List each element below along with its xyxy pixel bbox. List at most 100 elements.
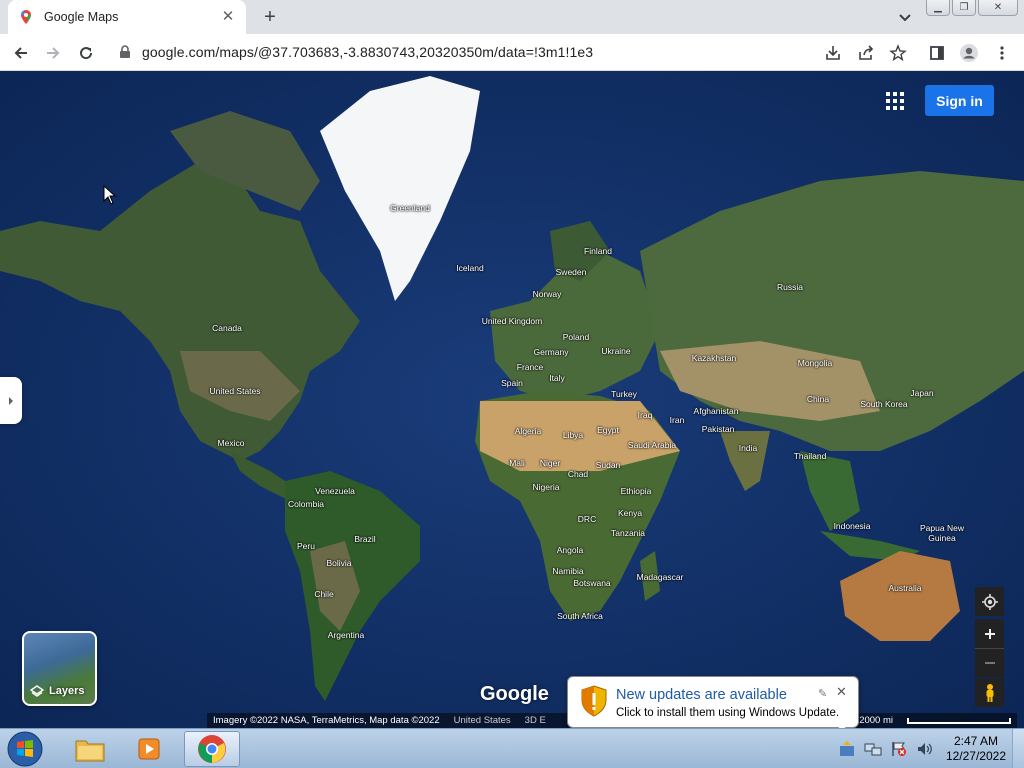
chevron-down-icon[interactable] (896, 8, 914, 26)
side-panel-icon[interactable] (926, 42, 948, 64)
map-label-chad[interactable]: Chad (568, 469, 588, 479)
map-label-saudi-arabia[interactable]: Saudi Arabia (628, 440, 676, 450)
map-label-australia[interactable]: Australia (888, 583, 921, 593)
map-label-ethiopia[interactable]: Ethiopia (621, 486, 652, 496)
map-label-india[interactable]: India (739, 443, 757, 453)
map-label-italy[interactable]: Italy (549, 373, 565, 383)
map-label-mali[interactable]: Mali (509, 458, 525, 468)
action-center-flag-icon[interactable] (888, 738, 910, 760)
windows-update-tray-icon[interactable] (836, 738, 858, 760)
region-label[interactable]: United States (454, 715, 511, 726)
start-button[interactable] (3, 729, 47, 768)
minimize-button[interactable]: ▁ (926, 0, 950, 16)
sign-in-button[interactable]: Sign in (925, 85, 994, 116)
share-icon[interactable] (855, 42, 877, 64)
window-close-button[interactable]: ✕ (978, 0, 1018, 16)
restore-button[interactable]: ❐ (952, 0, 976, 16)
kebab-menu-icon[interactable] (991, 42, 1013, 64)
map-label-mongolia[interactable]: Mongolia (798, 358, 833, 368)
map-label-japan[interactable]: Japan (910, 388, 933, 398)
map-label-chile[interactable]: Chile (314, 589, 333, 599)
options-icon[interactable]: ✎ (818, 687, 827, 700)
map-label-sweden[interactable]: Sweden (556, 267, 587, 277)
taskbar-file-explorer[interactable] (62, 731, 118, 767)
close-tab-icon[interactable]: ✕ (220, 9, 236, 25)
map-canvas[interactable]: Greenland Iceland Finland Sweden Norway … (0, 71, 1024, 728)
map-label-nigeria[interactable]: Nigeria (533, 482, 560, 492)
lock-icon[interactable] (118, 45, 132, 59)
address-bar[interactable]: google.com/maps/@37.703683,-3.8830743,20… (110, 37, 910, 67)
map-label-tanzania[interactable]: Tanzania (611, 528, 645, 538)
map-label-indonesia[interactable]: Indonesia (834, 521, 871, 531)
3d-toggle-label[interactable]: 3D E (525, 715, 546, 726)
network-icon[interactable] (862, 738, 884, 760)
map-label-kazakhstan[interactable]: Kazakhstan (692, 353, 736, 363)
map-label-pakistan[interactable]: Pakistan (702, 424, 735, 434)
map-label-niger[interactable]: Niger (540, 458, 560, 468)
map-label-peru[interactable]: Peru (297, 541, 315, 551)
bookmark-star-icon[interactable] (887, 42, 909, 64)
my-location-button[interactable] (975, 587, 1004, 616)
map-label-drc[interactable]: DRC (578, 514, 596, 524)
map-label-iran[interactable]: Iran (670, 415, 685, 425)
map-label-angola[interactable]: Angola (557, 545, 583, 555)
map-label-canada[interactable]: Canada (212, 323, 242, 333)
zoom-out-button[interactable] (975, 648, 1004, 677)
zoom-in-button[interactable] (975, 619, 1004, 648)
expand-side-panel-button[interactable] (0, 377, 22, 424)
map-label-venezuela[interactable]: Venezuela (315, 486, 355, 496)
map-label-south-africa[interactable]: South Africa (557, 611, 603, 621)
layers-button[interactable]: Layers (22, 631, 97, 706)
forward-icon[interactable] (42, 42, 64, 64)
clock[interactable]: 2:47 AM 12/27/2022 (946, 734, 1006, 764)
map-label-colombia[interactable]: Colombia (288, 499, 324, 509)
map-label-egypt[interactable]: Egypt (597, 425, 619, 435)
map-label-norway[interactable]: Norway (533, 289, 562, 299)
map-label-united-states[interactable]: United States (209, 386, 260, 396)
map-label-mexico[interactable]: Mexico (218, 438, 245, 448)
map-label-brazil[interactable]: Brazil (354, 534, 375, 544)
map-label-south-korea[interactable]: South Korea (860, 399, 907, 409)
taskbar-media-player[interactable] (122, 731, 178, 767)
map-label-iceland[interactable]: Iceland (456, 263, 483, 273)
back-icon[interactable] (10, 42, 32, 64)
imagery-attribution[interactable]: Imagery ©2022 NASA, TerraMetrics, Map da… (213, 715, 440, 726)
map-label-thailand[interactable]: Thailand (794, 451, 827, 461)
windows-update-notification[interactable]: New updates are available Click to insta… (567, 676, 859, 743)
volume-icon[interactable] (914, 738, 936, 760)
map-label-namibia[interactable]: Namibia (552, 566, 583, 576)
map-label-germany[interactable]: Germany (534, 347, 569, 357)
google-apps-icon[interactable] (886, 92, 904, 110)
scale-label[interactable]: 2000 mi (859, 715, 893, 726)
scale-bar[interactable] (907, 717, 1011, 724)
map-label-afghanistan[interactable]: Afghanistan (694, 406, 739, 416)
map-label-argentina[interactable]: Argentina (328, 630, 364, 640)
map-label-turkey[interactable]: Turkey (611, 389, 637, 399)
map-label-kenya[interactable]: Kenya (618, 508, 642, 518)
map-label-uk[interactable]: United Kingdom (482, 316, 542, 326)
map-label-papua-new-guinea[interactable]: Papua New Guinea (916, 523, 968, 543)
map-label-russia[interactable]: Russia (777, 282, 803, 292)
map-label-poland[interactable]: Poland (563, 332, 589, 342)
taskbar-chrome[interactable] (184, 731, 240, 767)
tab-google-maps[interactable]: Google Maps ✕ (8, 0, 246, 34)
notification-close-icon[interactable]: ✕ (836, 684, 847, 700)
reload-icon[interactable] (75, 42, 97, 64)
show-desktop-button[interactable] (1012, 729, 1024, 768)
map-label-finland[interactable]: Finland (584, 246, 612, 256)
map-label-bolivia[interactable]: Bolivia (326, 558, 351, 568)
map-label-algeria[interactable]: Algeria (515, 426, 541, 436)
profile-avatar-icon[interactable] (958, 42, 980, 64)
map-label-china[interactable]: China (807, 394, 829, 404)
map-label-madagascar[interactable]: Madagascar (637, 572, 684, 582)
map-label-iraq[interactable]: Iraq (638, 410, 653, 420)
map-label-france[interactable]: France (517, 362, 543, 372)
map-label-libya[interactable]: Libya (563, 430, 583, 440)
install-app-icon[interactable] (822, 42, 844, 64)
map-label-botswana[interactable]: Botswana (573, 578, 610, 588)
new-tab-button[interactable]: + (258, 6, 282, 28)
street-view-pegman-button[interactable] (975, 678, 1004, 707)
map-label-spain[interactable]: Spain (501, 378, 523, 388)
map-label-sudan[interactable]: Sudan (596, 460, 621, 470)
map-label-greenland[interactable]: Greenland (390, 203, 430, 213)
